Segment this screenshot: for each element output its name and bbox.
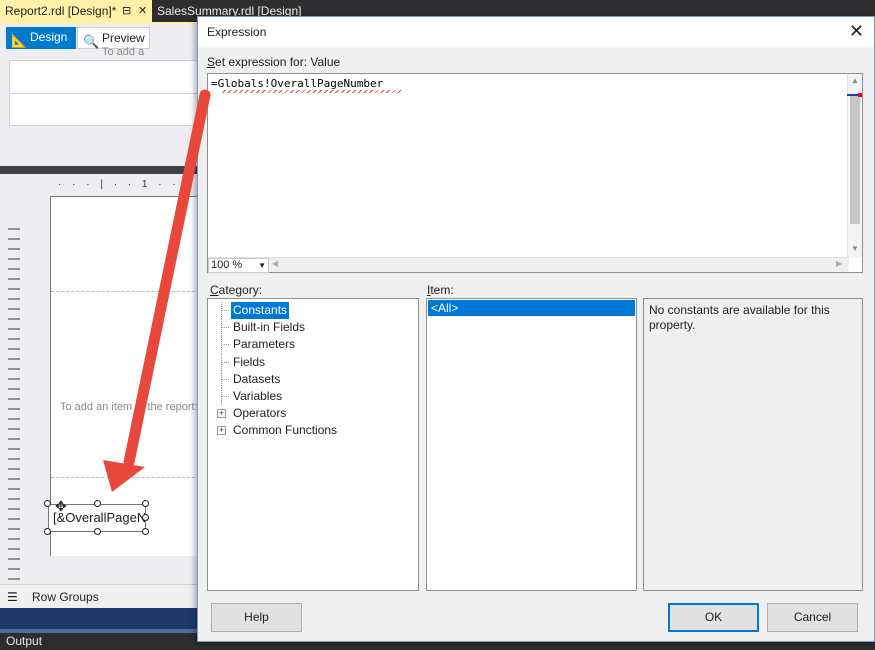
tree-item[interactable]: Parameters <box>208 336 418 354</box>
tree-item[interactable]: + Common Functions <box>208 422 418 439</box>
tree-item[interactable]: Variables <box>208 387 418 406</box>
tree-guide <box>222 310 229 311</box>
horizontal-scrollbar[interactable]: 100 % ▼ ◀ ▶ <box>208 257 849 273</box>
move-handle-icon[interactable]: ✥ <box>55 498 67 515</box>
tree-item-label: Common Functions <box>233 423 338 438</box>
section-divider <box>51 291 200 292</box>
tree-item-label: Constants <box>231 302 290 319</box>
tree-item-label: Datasets <box>233 371 281 386</box>
tab-preview-label: Preview <box>102 31 145 45</box>
grouping-icon: ☰ <box>7 590 18 604</box>
resize-handle[interactable] <box>142 514 149 521</box>
tab-design-label: Design <box>30 30 68 44</box>
dialog-title: Expression <box>207 25 267 39</box>
tree-item[interactable]: + Operators <box>208 405 418 422</box>
tree-item[interactable]: Fields <box>208 353 418 371</box>
design-icon: 📐 <box>11 33 28 48</box>
vertical-ruler <box>8 220 20 580</box>
category-tree[interactable]: Constants Built-in Fields Parameters Fields… <box>207 298 419 591</box>
close-icon[interactable]: ✕ <box>138 0 147 22</box>
add-item-hint-header: To add a <box>102 46 145 58</box>
tree-item[interactable]: Built-in Fields <box>208 319 418 337</box>
resize-handle[interactable] <box>94 528 101 535</box>
label-text: et expression for: Value <box>215 55 341 69</box>
tree-guide <box>222 395 229 397</box>
cancel-button[interactable]: Cancel <box>767 603 858 632</box>
resize-handle[interactable] <box>94 500 101 507</box>
tree-item[interactable]: Constants <box>208 302 418 320</box>
close-icon[interactable]: ✕ <box>849 21 864 41</box>
tab-label: Report2.rdl [Design]* <box>5 4 117 18</box>
status-strip <box>0 608 200 629</box>
resize-handle[interactable] <box>44 500 51 507</box>
item-label: Item: <box>427 283 454 297</box>
label-text: ategory: <box>218 283 263 297</box>
pin-icon[interactable]: ⊟ <box>122 0 131 22</box>
scroll-thumb[interactable] <box>850 94 860 224</box>
tree-guide <box>222 361 229 363</box>
row-groups-pane: ☰ Row Groups <box>0 584 200 608</box>
list-item-all[interactable]: <All> <box>428 300 635 316</box>
preview-icon: 🔍 <box>83 34 100 49</box>
dialog-titlebar: Expression ✕ <box>198 17 874 47</box>
label-text: tem: <box>430 283 454 297</box>
chevron-down-icon: ▼ <box>258 261 266 270</box>
add-item-hint-body: To add an item to the report: <box>60 401 198 413</box>
expression-editor[interactable]: =Globals!OverallPageNumber ▲ ▼ 100 % ▼ ◀… <box>207 73 863 273</box>
tree-item-label: Fields <box>233 354 266 369</box>
resize-handle[interactable] <box>44 528 51 535</box>
splitter[interactable] <box>0 166 200 174</box>
mnemonic: S <box>207 55 216 69</box>
tree-item-label: Parameters <box>233 337 296 352</box>
category-label: Category: <box>210 283 262 297</box>
expand-icon[interactable]: + <box>217 426 226 436</box>
help-button[interactable]: Help <box>211 603 302 632</box>
description-text: No constants are available for this prop… <box>649 303 830 332</box>
expand-icon[interactable]: + <box>217 409 226 419</box>
zoom-select[interactable]: 100 % ▼ <box>208 258 269 273</box>
scroll-down-icon[interactable]: ▼ <box>851 244 859 253</box>
report-body-canvas[interactable] <box>50 196 200 556</box>
tab-report2-design[interactable]: Report2.rdl [Design]* ⊟ ✕ <box>0 0 152 22</box>
mnemonic: C <box>210 283 219 297</box>
scroll-right-icon[interactable]: ▶ <box>836 259 842 268</box>
expression-text[interactable]: =Globals!OverallPageNumber <box>211 77 383 90</box>
ok-button[interactable]: OK <box>668 603 759 632</box>
dataset-header-area <box>9 60 200 126</box>
description-pane: No constants are available for this prop… <box>643 298 863 591</box>
divider <box>10 93 199 94</box>
vertical-scrollbar[interactable]: ▲ ▼ <box>847 74 862 258</box>
row-groups-label: Row Groups <box>32 590 99 604</box>
scroll-left-icon[interactable]: ◀ <box>272 259 278 268</box>
tab-design[interactable]: 📐 Design <box>6 27 76 49</box>
error-underline <box>222 90 402 93</box>
category-tree-items: Constants Built-in Fields Parameters Fields… <box>208 302 418 440</box>
set-expression-label: Set expression for: Value <box>207 55 340 69</box>
scroll-up-icon[interactable]: ▲ <box>851 76 859 85</box>
resize-handle[interactable] <box>142 528 149 535</box>
expression-dialog: Expression ✕ Set expression for: Value =… <box>197 16 875 642</box>
tree-item[interactable]: Datasets <box>208 370 418 388</box>
tree-item-label: Variables <box>233 388 283 403</box>
tree-guide <box>222 378 229 380</box>
tree-item-label: Built-in Fields <box>233 320 306 335</box>
zoom-value: 100 % <box>211 259 243 271</box>
item-list[interactable]: <All> <box>426 298 637 591</box>
error-marker <box>858 93 862 97</box>
horizontal-ruler: · · · | · · 1 · · <box>50 174 200 196</box>
footer-divider <box>51 477 200 478</box>
tree-guide <box>222 327 229 329</box>
tree-item-label: Operators <box>233 406 287 421</box>
resize-handle[interactable] <box>142 500 149 507</box>
tree-guide <box>222 344 229 346</box>
